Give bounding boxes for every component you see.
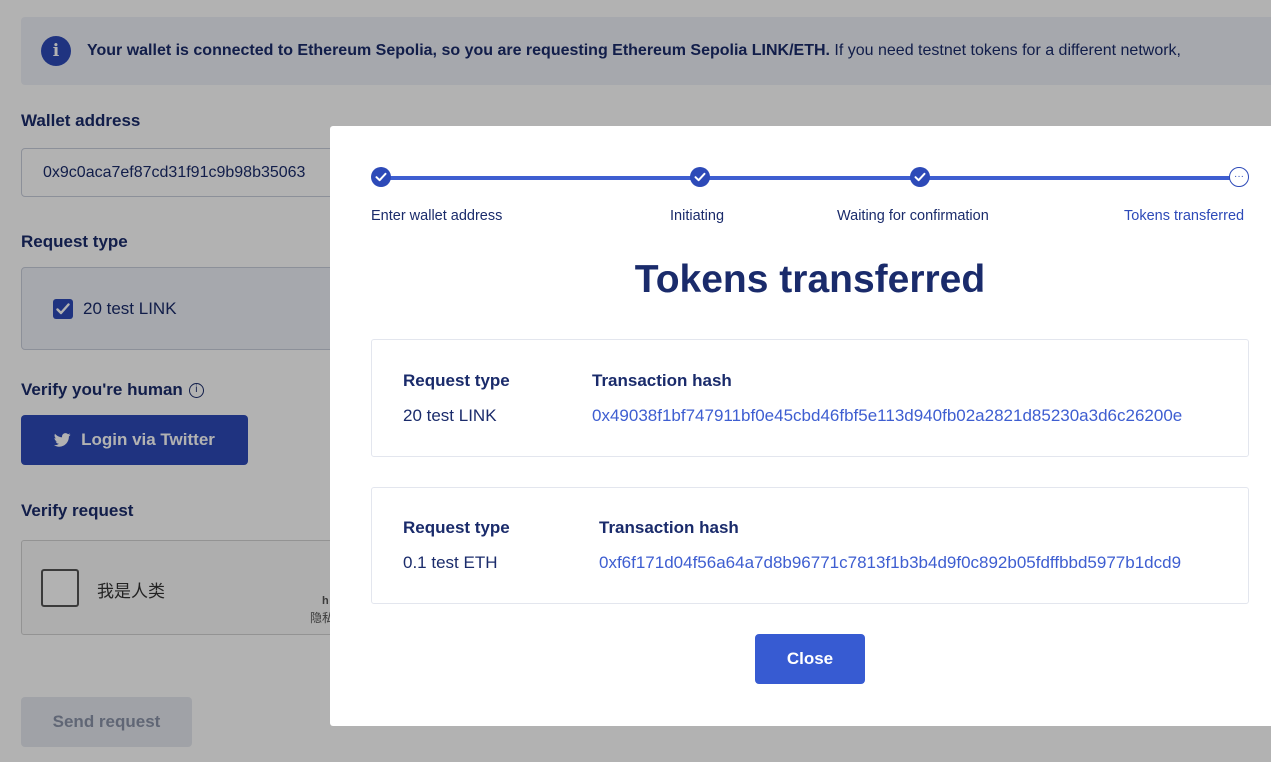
step-label-tokens-transferred: Tokens transferred: [1124, 208, 1245, 224]
request-type-header: Request type: [403, 371, 510, 390]
step-4-pending-icon: ···: [1229, 167, 1249, 187]
transaction-card: Request type 20 test LINK Transaction ha…: [371, 339, 1249, 457]
step-label-initiating: Initiating: [670, 208, 725, 224]
transaction-hash-header: Transaction hash: [599, 518, 739, 537]
request-type-header: Request type: [403, 518, 510, 537]
transfer-status-modal: ··· Enter wallet address Initiating Wait…: [330, 126, 1271, 726]
request-type-value: 20 test LINK: [403, 406, 497, 425]
close-button[interactable]: Close: [755, 634, 865, 684]
transaction-hash-header: Transaction hash: [592, 371, 732, 390]
stepper-progress-line: [381, 176, 1239, 180]
request-type-value: 0.1 test ETH: [403, 553, 498, 572]
step-label-waiting: Waiting for confirmation: [837, 208, 989, 224]
step-1-done-icon: [371, 167, 391, 187]
step-label-enter-wallet: Enter wallet address: [371, 208, 503, 224]
step-2-done-icon: [690, 167, 710, 187]
transaction-hash-link[interactable]: 0x49038f1bf747911bf0e45cbd46fbf5e113d940…: [592, 406, 1182, 426]
modal-title: Tokens transferred: [634, 258, 986, 301]
step-3-done-icon: [910, 167, 930, 187]
transaction-hash-link[interactable]: 0xf6f171d04f56a64a7d8b96771c7813f1b3b4d9…: [599, 553, 1181, 573]
transaction-card: Request type 0.1 test ETH Transaction ha…: [371, 487, 1249, 604]
